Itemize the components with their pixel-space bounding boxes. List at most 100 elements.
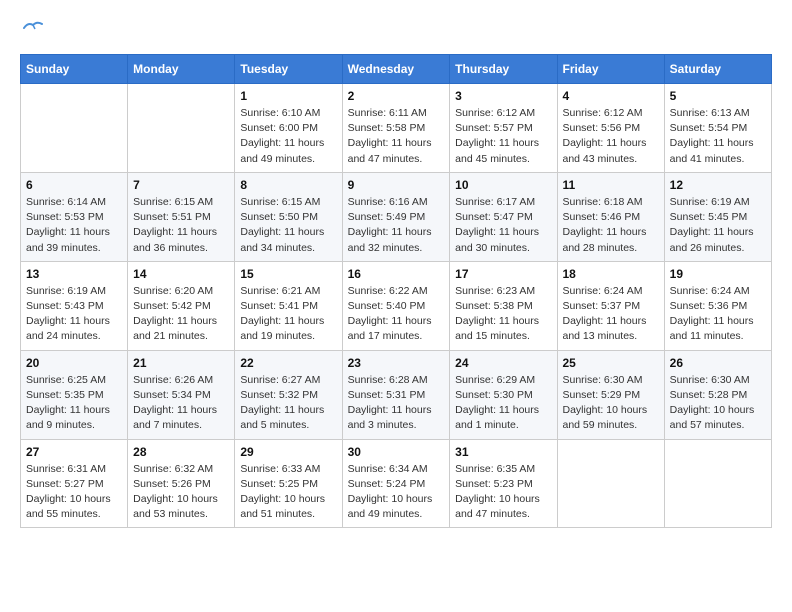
day-info: Sunrise: 6:29 AMSunset: 5:30 PMDaylight:… [455,373,551,434]
day-number: 15 [240,267,336,281]
day-number: 3 [455,89,551,103]
day-info: Sunrise: 6:21 AMSunset: 5:41 PMDaylight:… [240,284,336,345]
logo-bird-icon [22,20,44,36]
calendar-cell: 23 Sunrise: 6:28 AMSunset: 5:31 PMDayligh… [342,350,450,439]
calendar-cell: 17 Sunrise: 6:23 AMSunset: 5:38 PMDayligh… [450,261,557,350]
weekday-monday: Monday [128,55,235,84]
day-number: 19 [670,267,766,281]
day-number: 29 [240,445,336,459]
day-number: 4 [563,89,659,103]
day-info: Sunrise: 6:25 AMSunset: 5:35 PMDaylight:… [26,373,122,434]
weekday-sunday: Sunday [21,55,128,84]
day-info: Sunrise: 6:22 AMSunset: 5:40 PMDaylight:… [348,284,445,345]
day-info: Sunrise: 6:15 AMSunset: 5:50 PMDaylight:… [240,195,336,256]
day-info: Sunrise: 6:17 AMSunset: 5:47 PMDaylight:… [455,195,551,256]
day-number: 12 [670,178,766,192]
day-number: 31 [455,445,551,459]
day-info: Sunrise: 6:34 AMSunset: 5:24 PMDaylight:… [348,462,445,523]
day-number: 7 [133,178,229,192]
calendar-cell: 28 Sunrise: 6:32 AMSunset: 5:26 PMDayligh… [128,439,235,528]
calendar-table: SundayMondayTuesdayWednesdayThursdayFrid… [20,54,772,528]
day-info: Sunrise: 6:32 AMSunset: 5:26 PMDaylight:… [133,462,229,523]
day-info: Sunrise: 6:24 AMSunset: 5:36 PMDaylight:… [670,284,766,345]
day-number: 10 [455,178,551,192]
day-info: Sunrise: 6:30 AMSunset: 5:29 PMDaylight:… [563,373,659,434]
calendar-cell: 10 Sunrise: 6:17 AMSunset: 5:47 PMDayligh… [450,172,557,261]
day-number: 9 [348,178,445,192]
day-info: Sunrise: 6:20 AMSunset: 5:42 PMDaylight:… [133,284,229,345]
calendar-cell: 19 Sunrise: 6:24 AMSunset: 5:36 PMDayligh… [664,261,771,350]
day-number: 28 [133,445,229,459]
calendar-cell: 16 Sunrise: 6:22 AMSunset: 5:40 PMDayligh… [342,261,450,350]
calendar-week-5: 27 Sunrise: 6:31 AMSunset: 5:27 PMDayligh… [21,439,772,528]
day-info: Sunrise: 6:31 AMSunset: 5:27 PMDaylight:… [26,462,122,523]
day-info: Sunrise: 6:16 AMSunset: 5:49 PMDaylight:… [348,195,445,256]
day-number: 30 [348,445,445,459]
day-info: Sunrise: 6:12 AMSunset: 5:56 PMDaylight:… [563,106,659,167]
calendar-cell: 8 Sunrise: 6:15 AMSunset: 5:50 PMDaylight… [235,172,342,261]
weekday-thursday: Thursday [450,55,557,84]
day-number: 5 [670,89,766,103]
weekday-wednesday: Wednesday [342,55,450,84]
day-info: Sunrise: 6:33 AMSunset: 5:25 PMDaylight:… [240,462,336,523]
calendar-cell: 24 Sunrise: 6:29 AMSunset: 5:30 PMDayligh… [450,350,557,439]
day-info: Sunrise: 6:12 AMSunset: 5:57 PMDaylight:… [455,106,551,167]
calendar-cell: 31 Sunrise: 6:35 AMSunset: 5:23 PMDayligh… [450,439,557,528]
day-info: Sunrise: 6:11 AMSunset: 5:58 PMDaylight:… [348,106,445,167]
weekday-header-row: SundayMondayTuesdayWednesdayThursdayFrid… [21,55,772,84]
day-number: 6 [26,178,122,192]
day-info: Sunrise: 6:15 AMSunset: 5:51 PMDaylight:… [133,195,229,256]
calendar-cell: 4 Sunrise: 6:12 AMSunset: 5:56 PMDaylight… [557,84,664,173]
weekday-saturday: Saturday [664,55,771,84]
day-info: Sunrise: 6:30 AMSunset: 5:28 PMDaylight:… [670,373,766,434]
calendar-cell: 21 Sunrise: 6:26 AMSunset: 5:34 PMDayligh… [128,350,235,439]
day-number: 1 [240,89,336,103]
calendar-cell: 2Sunrise: 6:11 AMSunset: 5:58 PMDaylight… [342,84,450,173]
day-number: 16 [348,267,445,281]
day-info: Sunrise: 6:10 AMSunset: 6:00 PMDaylight:… [240,106,336,167]
day-info: Sunrise: 6:23 AMSunset: 5:38 PMDaylight:… [455,284,551,345]
day-info: Sunrise: 6:13 AMSunset: 5:54 PMDaylight:… [670,106,766,167]
day-number: 21 [133,356,229,370]
calendar-cell: 22 Sunrise: 6:27 AMSunset: 5:32 PMDayligh… [235,350,342,439]
day-number: 27 [26,445,122,459]
day-number: 13 [26,267,122,281]
calendar-week-1: 1 Sunrise: 6:10 AMSunset: 6:00 PMDaylight… [21,84,772,173]
day-number: 23 [348,356,445,370]
day-info: Sunrise: 6:26 AMSunset: 5:34 PMDaylight:… [133,373,229,434]
day-number: 8 [240,178,336,192]
calendar-cell [557,439,664,528]
day-info: Sunrise: 6:35 AMSunset: 5:23 PMDaylight:… [455,462,551,523]
day-number: 14 [133,267,229,281]
day-number: 11 [563,178,659,192]
calendar-cell: 30 Sunrise: 6:34 AMSunset: 5:24 PMDayligh… [342,439,450,528]
calendar-week-2: 6Sunrise: 6:14 AMSunset: 5:53 PMDaylight… [21,172,772,261]
day-number: 18 [563,267,659,281]
weekday-tuesday: Tuesday [235,55,342,84]
day-number: 17 [455,267,551,281]
logo [20,20,44,44]
calendar-cell: 13Sunrise: 6:19 AMSunset: 5:43 PMDayligh… [21,261,128,350]
calendar-cell: 12 Sunrise: 6:19 AMSunset: 5:45 PMDayligh… [664,172,771,261]
calendar-cell: 5 Sunrise: 6:13 AMSunset: 5:54 PMDaylight… [664,84,771,173]
calendar-cell: 7 Sunrise: 6:15 AMSunset: 5:51 PMDaylight… [128,172,235,261]
day-number: 22 [240,356,336,370]
calendar-cell: 14 Sunrise: 6:20 AMSunset: 5:42 PMDayligh… [128,261,235,350]
weekday-friday: Friday [557,55,664,84]
calendar-cell: 25Sunrise: 6:30 AMSunset: 5:29 PMDayligh… [557,350,664,439]
calendar-week-3: 13Sunrise: 6:19 AMSunset: 5:43 PMDayligh… [21,261,772,350]
day-number: 24 [455,356,551,370]
calendar-cell [664,439,771,528]
calendar-cell: 3 Sunrise: 6:12 AMSunset: 5:57 PMDaylight… [450,84,557,173]
calendar-cell: 1 Sunrise: 6:10 AMSunset: 6:00 PMDaylight… [235,84,342,173]
day-info: Sunrise: 6:27 AMSunset: 5:32 PMDaylight:… [240,373,336,434]
calendar-body: 1 Sunrise: 6:10 AMSunset: 6:00 PMDaylight… [21,84,772,528]
page-header [20,20,772,44]
calendar-cell: 11Sunrise: 6:18 AMSunset: 5:46 PMDayligh… [557,172,664,261]
calendar-cell: 15 Sunrise: 6:21 AMSunset: 5:41 PMDayligh… [235,261,342,350]
calendar-cell: 27 Sunrise: 6:31 AMSunset: 5:27 PMDayligh… [21,439,128,528]
day-info: Sunrise: 6:19 AMSunset: 5:45 PMDaylight:… [670,195,766,256]
day-info: Sunrise: 6:28 AMSunset: 5:31 PMDaylight:… [348,373,445,434]
day-number: 20 [26,356,122,370]
day-number: 26 [670,356,766,370]
